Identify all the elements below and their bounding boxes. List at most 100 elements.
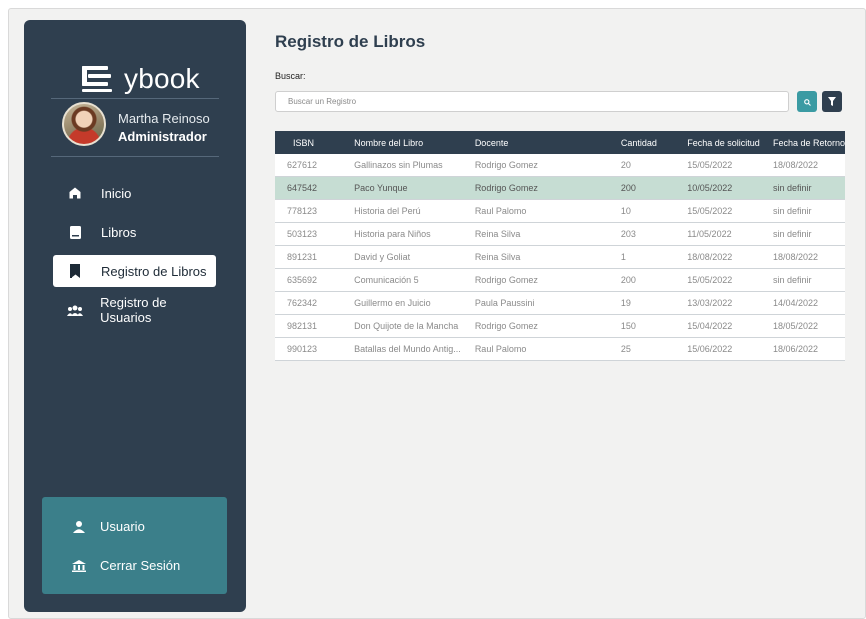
nav-label: Registro de Libros [101, 263, 207, 279]
sidebar: ybook Martha Reinoso Administrador Inici… [24, 20, 246, 612]
table-cell: 778123 [275, 199, 355, 223]
divider [51, 98, 219, 99]
bookmark-book-icon [65, 264, 85, 278]
table-cell: 982131 [275, 314, 355, 338]
users-icon [65, 305, 84, 316]
table-cell: 150 [620, 314, 688, 338]
nav-label: Libros [101, 224, 137, 240]
table-cell: Rodrigo Gomez [474, 154, 621, 177]
search-input[interactable] [275, 91, 789, 112]
table-cell: 891231 [275, 245, 355, 269]
table-cell: sin definir [772, 199, 845, 223]
table-row[interactable]: 982131 Don Quijote de la Mancha Rodrigo Go… [275, 314, 845, 338]
logout-label: Cerrar Sesión [100, 558, 181, 573]
table-cell: 762342 [275, 291, 355, 315]
user-menu-box: Usuario Cerrar Sesión [42, 497, 227, 594]
table-cell: sin definir [772, 176, 845, 200]
table-cell: 647542 [275, 176, 355, 200]
table-cell: 19 [620, 291, 688, 315]
table-row[interactable]: 635692 Comunicación 5 Rodrigo Gomez 200 15/0… [275, 268, 845, 292]
nav-label: Registro de Usuarios [100, 295, 167, 325]
nav-item-registro-libros[interactable]: Registro de Libros [53, 255, 216, 287]
avatar [62, 102, 106, 146]
table-row[interactable]: 762342 Guillermo en Juicio Paula Paussini 1… [275, 291, 845, 315]
user-profile: Martha Reinoso Administrador [24, 102, 246, 154]
table-cell: 25 [620, 337, 688, 361]
table-row[interactable]: 891231 David y Goliat Reina Silva 1 18/08/20… [275, 245, 845, 269]
nav-label: Inicio [101, 185, 132, 201]
table-cell: Guillermo en Juicio [354, 291, 475, 315]
page-title: Registro de Libros [275, 32, 426, 51]
table-cell: Don Quijote de la Mancha [354, 314, 475, 338]
table-cell: 18/05/2022 [772, 314, 845, 338]
table-cell: Gallinazos sin Plumas [354, 154, 475, 177]
search-label: Buscar: [275, 71, 306, 81]
table-header-row: ISBN Nombre del Libro Docente Cantidad F… [275, 131, 845, 154]
table-cell: 200 [620, 268, 688, 292]
table-cell: David y Goliat [354, 245, 475, 269]
table-cell: 635692 [275, 268, 355, 292]
table-cell: Reina Silva [474, 222, 621, 246]
table-cell: Rodrigo Gomez [474, 314, 621, 338]
table-cell: 18/06/2022 [772, 337, 845, 361]
table-cell: Comunicación 5 [354, 268, 475, 292]
table-cell: Raul Palomo [474, 337, 621, 361]
table-cell: 18/08/2022 [687, 245, 773, 269]
logout-button[interactable]: Cerrar Sesión [70, 558, 180, 573]
table-cell: 990123 [275, 337, 355, 361]
user-name: Martha Reinoso [118, 111, 210, 126]
column-header[interactable]: Cantidad [620, 131, 688, 154]
table-row[interactable]: 503123 Historia para Niños Reina Silva 203 1… [275, 222, 845, 246]
table-cell: 627612 [275, 154, 355, 177]
column-header[interactable]: ISBN [275, 131, 355, 154]
table-cell: 14/04/2022 [772, 291, 845, 315]
table-cell: sin definir [772, 268, 845, 292]
bank-icon [70, 559, 88, 572]
table-cell: Historia para Niños [354, 222, 475, 246]
column-header[interactable]: Fecha de Retorno [772, 131, 845, 154]
nav-item-registro-usuarios[interactable]: Registro de Usuarios [53, 294, 216, 326]
table-cell: Rodrigo Gomez [474, 176, 621, 200]
filter-icon [828, 94, 836, 109]
table-cell: 18/08/2022 [772, 245, 845, 269]
table-cell: Reina Silva [474, 245, 621, 269]
table-cell: 15/04/2022 [687, 314, 773, 338]
filter-button[interactable] [822, 91, 842, 112]
table-cell: 15/06/2022 [687, 337, 773, 361]
logo-text: ybook [124, 63, 200, 94]
table-cell: 11/05/2022 [687, 222, 773, 246]
table-cell: 503123 [275, 222, 355, 246]
user-icon [70, 520, 88, 533]
search-button[interactable] [797, 91, 817, 112]
table-cell: Batallas del Mundo Antig... [354, 337, 475, 361]
book-stack-logo-icon [81, 65, 113, 98]
user-role: Administrador [118, 129, 207, 144]
table-cell: 15/05/2022 [687, 154, 773, 177]
table-cell: Paco Yunque [354, 176, 475, 200]
usuario-label: Usuario [100, 519, 145, 534]
nav-item-inicio[interactable]: Inicio [53, 177, 216, 209]
table-cell: 203 [620, 222, 688, 246]
table-row[interactable]: 647542 Paco Yunque Rodrigo Gomez 200 10/05/2… [275, 176, 845, 200]
divider [51, 156, 219, 157]
column-header[interactable]: Docente [474, 131, 621, 154]
table-cell: Historia del Perú [354, 199, 475, 223]
table-row[interactable]: 990123 Batallas del Mundo Antig... Raul Pa… [275, 337, 845, 361]
book-icon [65, 225, 85, 239]
table-cell: 1 [620, 245, 688, 269]
table-cell: 13/03/2022 [687, 291, 773, 315]
table-cell: 10/05/2022 [687, 176, 773, 200]
table-cell: Rodrigo Gomez [474, 268, 621, 292]
column-header[interactable]: Nombre del Libro [354, 131, 475, 154]
table-row[interactable]: 778123 Historia del Perú Raul Palomo 10 15/0… [275, 199, 845, 223]
nav-item-libros[interactable]: Libros [53, 216, 216, 248]
table-cell: 10 [620, 199, 688, 223]
table-cell: Paula Paussini [474, 291, 621, 315]
main-content: Registro de Libros Buscar: ISBN Nombre d… [275, 0, 866, 619]
usuario-button[interactable]: Usuario [70, 519, 145, 534]
table-cell: 15/05/2022 [687, 199, 773, 223]
home-icon [65, 187, 85, 199]
table-cell: Raul Palomo [474, 199, 621, 223]
table-row[interactable]: 627612 Gallinazos sin Plumas Rodrigo Gomez… [275, 154, 845, 177]
column-header[interactable]: Fecha de solicitud [687, 131, 773, 154]
